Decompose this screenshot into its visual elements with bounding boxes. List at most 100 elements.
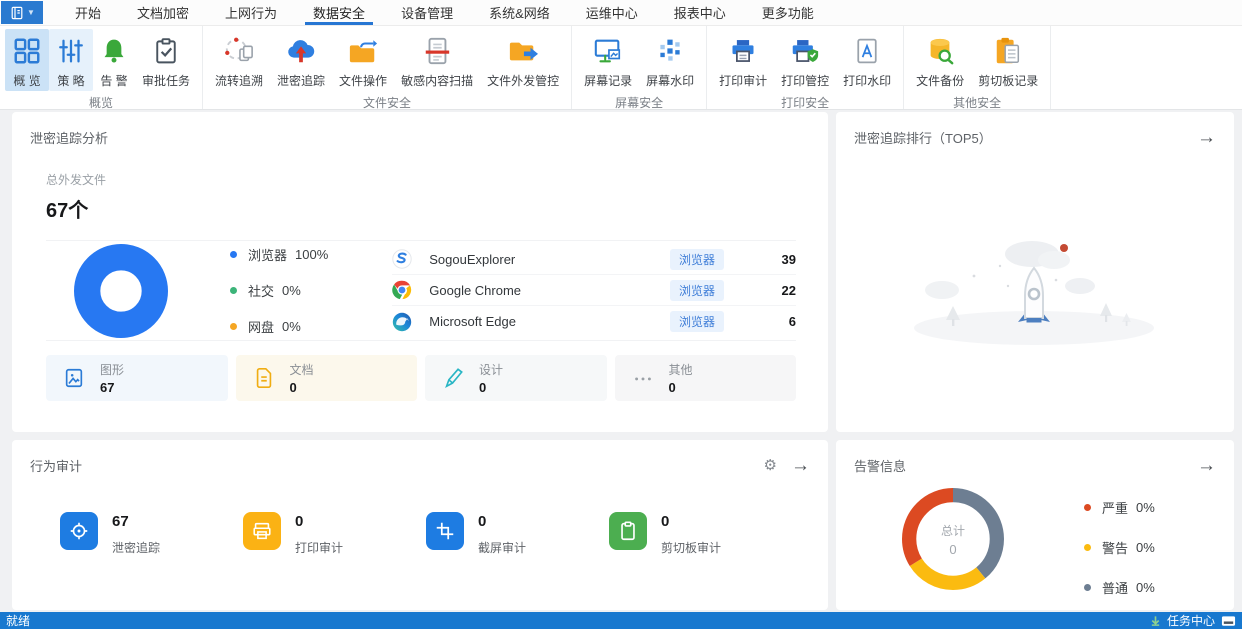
stat-print-audit[interactable]: 0 打印审计 bbox=[243, 512, 426, 556]
target-icon bbox=[60, 512, 98, 550]
ribbon-item-clipboard-record[interactable]: 剪切板记录 bbox=[971, 29, 1045, 91]
list-item: Google Chrome 浏览器 22 bbox=[392, 275, 796, 306]
device-monitor-icon[interactable] bbox=[1221, 615, 1236, 627]
app-menu-button[interactable]: ▼ bbox=[1, 1, 43, 24]
monitor-record-icon bbox=[593, 33, 623, 69]
stat-label: 截屏审计 bbox=[478, 541, 527, 555]
panel-leak-trace-ranking: 泄密追踪排行（TOP5） → bbox=[836, 112, 1234, 432]
browser-badge: 浏览器 bbox=[669, 311, 724, 332]
ribbon-item-approval-tasks[interactable]: 审批任务 bbox=[135, 29, 197, 91]
gear-icon[interactable]: ⚙ bbox=[764, 458, 777, 473]
card-label: 设计 bbox=[479, 363, 504, 377]
card-value: 67 bbox=[100, 380, 115, 395]
ribbon-item-leak-trace[interactable]: 泄密追踪 bbox=[270, 29, 332, 91]
panel-behavior-audit: 行为审计 ⚙ → 67 泄密追踪 0 打印审计 0 截屏审计 0 剪切板审计 bbox=[12, 440, 828, 610]
document-icon bbox=[252, 366, 276, 390]
ribbon-item-alarm[interactable]: 告 警 bbox=[93, 29, 135, 91]
category-card-design[interactable]: 设计 0 bbox=[425, 355, 607, 401]
legend-item: 普通 0% bbox=[1084, 578, 1155, 597]
audit-stats-row: 67 泄密追踪 0 打印审计 0 截屏审计 0 剪切板审计 bbox=[60, 512, 792, 556]
ribbon-item-screen-record[interactable]: 屏幕记录 bbox=[577, 29, 639, 91]
ribbon-group-screen-security: 屏幕记录 屏幕水印 屏幕安全 bbox=[572, 26, 708, 110]
ribbon-item-label: 审批任务 bbox=[142, 74, 191, 88]
image-icon bbox=[62, 366, 86, 390]
arrow-right-icon[interactable]: → bbox=[1197, 456, 1216, 475]
stat-clipboard-audit[interactable]: 0 剪切板审计 bbox=[609, 512, 792, 556]
google-chrome-icon bbox=[392, 280, 412, 300]
stat-value: 0 bbox=[478, 513, 487, 530]
ribbon-item-label: 敏感内容扫描 bbox=[401, 74, 474, 88]
total-outgoing-value: 67个 bbox=[46, 200, 89, 222]
browser-badge: 浏览器 bbox=[669, 279, 724, 301]
legend-item: 社交 0% bbox=[230, 281, 328, 300]
ribbon-item-label: 泄密追踪 bbox=[277, 74, 326, 88]
legend-item: 网盘 0% bbox=[230, 317, 328, 336]
arrow-right-icon[interactable]: → bbox=[791, 456, 810, 475]
ribbon-item-print-audit[interactable]: 打印审计 bbox=[712, 29, 774, 91]
ribbon-item-file-backup[interactable]: 文件备份 bbox=[909, 29, 971, 91]
legend-pct: 100% bbox=[295, 247, 329, 262]
stat-value: 67 bbox=[112, 513, 129, 530]
ribbon-item-label: 文件操作 bbox=[339, 74, 388, 88]
legend-dot bbox=[230, 287, 237, 294]
tab-report-center[interactable]: 报表中心 bbox=[656, 0, 744, 25]
list-item: Microsoft Edge 浏览器 6 bbox=[392, 306, 796, 337]
ribbon-group-overview: 概 览 策 略 告 警 审批任务 概览 bbox=[0, 26, 204, 110]
card-label: 图形 bbox=[100, 363, 125, 377]
ribbon-item-overview[interactable]: 概 览 bbox=[5, 29, 49, 91]
statusbar: 就绪 任务中心 bbox=[0, 612, 1242, 629]
card-label: 文档 bbox=[289, 363, 314, 377]
ribbon-item-policy[interactable]: 策 略 bbox=[49, 29, 93, 91]
ribbon-item-label: 文件外发管控 bbox=[487, 74, 560, 88]
legend-label: 警告 bbox=[1102, 541, 1129, 556]
tab-more[interactable]: 更多功能 bbox=[744, 0, 832, 25]
menubar: ▼ 开始 文档加密 上网行为 数据安全 设备管理 系统&网络 运维中心 报表中心… bbox=[0, 0, 1242, 26]
ribbon-item-outgoing-control[interactable]: 文件外发管控 bbox=[480, 29, 566, 91]
ellipsis-icon bbox=[631, 366, 655, 390]
legend-dot bbox=[230, 323, 237, 330]
panel-title: 泄密追踪分析 bbox=[30, 131, 109, 146]
legend-pct: 0% bbox=[1136, 580, 1155, 595]
download-arrow-icon bbox=[1151, 615, 1160, 626]
stat-leak-trace[interactable]: 67 泄密追踪 bbox=[60, 512, 243, 556]
tab-start[interactable]: 开始 bbox=[57, 0, 119, 25]
category-card-document[interactable]: 文档 0 bbox=[235, 355, 417, 401]
legend-pct: 0% bbox=[282, 283, 301, 298]
bell-icon bbox=[100, 33, 128, 69]
category-card-image[interactable]: 图形 67 bbox=[46, 355, 228, 401]
arrow-right-icon[interactable]: → bbox=[1197, 128, 1216, 147]
tab-system-network[interactable]: 系统&网络 bbox=[471, 0, 568, 25]
category-card-other[interactable]: 其他 0 bbox=[614, 355, 796, 401]
tab-data-security[interactable]: 数据安全 bbox=[295, 0, 383, 25]
tab-device-mgmt[interactable]: 设备管理 bbox=[383, 0, 471, 25]
tab-web-behavior[interactable]: 上网行为 bbox=[207, 0, 295, 25]
task-center-button[interactable]: 任务中心 bbox=[1167, 612, 1215, 629]
ribbon-item-screen-watermark[interactable]: 屏幕水印 bbox=[639, 29, 701, 91]
ribbon-item-file-ops[interactable]: 文件操作 bbox=[332, 29, 394, 91]
alert-legend: 严重 0% 警告 0% 普通 0% bbox=[1084, 498, 1155, 597]
empty-state-rocket-illustration bbox=[914, 241, 1154, 345]
dashboard-content: 泄密追踪分析 总外发文件 67个 浏览器 100% 社交 0% 网盘 0% So… bbox=[0, 110, 1242, 612]
sogou-explorer-icon bbox=[392, 249, 412, 269]
ribbon-item-print-watermark[interactable]: 打印水印 bbox=[836, 29, 898, 91]
legend-label: 浏览器 bbox=[248, 248, 288, 263]
printer-shield-icon bbox=[790, 33, 820, 69]
tab-ops-center[interactable]: 运维中心 bbox=[568, 0, 656, 25]
donut-legend: 浏览器 100% 社交 0% 网盘 0% bbox=[230, 245, 328, 336]
ribbon-group-print-security: 打印审计 打印管控 打印水印 打印安全 bbox=[707, 26, 905, 110]
browser-badge: 浏览器 bbox=[669, 248, 724, 270]
legend-dot bbox=[1084, 544, 1091, 551]
ribbon-item-print-control[interactable]: 打印管控 bbox=[774, 29, 836, 91]
ribbon-item-flow-trace[interactable]: 流转追溯 bbox=[208, 29, 270, 91]
app-name: SogouExplorer bbox=[429, 251, 516, 267]
stat-label: 剪切板审计 bbox=[661, 541, 722, 555]
stat-label: 打印审计 bbox=[295, 541, 344, 555]
ribbon-item-label: 告 警 bbox=[100, 74, 128, 88]
printer-icon bbox=[729, 33, 757, 69]
ribbon-item-sensitive-scan[interactable]: 敏感内容扫描 bbox=[394, 29, 480, 91]
stat-screenshot-audit[interactable]: 0 截屏审计 bbox=[426, 512, 609, 556]
legend-pct: 0% bbox=[1136, 500, 1155, 515]
outgoing-app-list: SogouExplorer 浏览器 39 Google Chrome 浏览器 2… bbox=[392, 241, 796, 340]
card-value: 0 bbox=[289, 380, 297, 395]
tab-doc-encrypt[interactable]: 文档加密 bbox=[119, 0, 207, 25]
